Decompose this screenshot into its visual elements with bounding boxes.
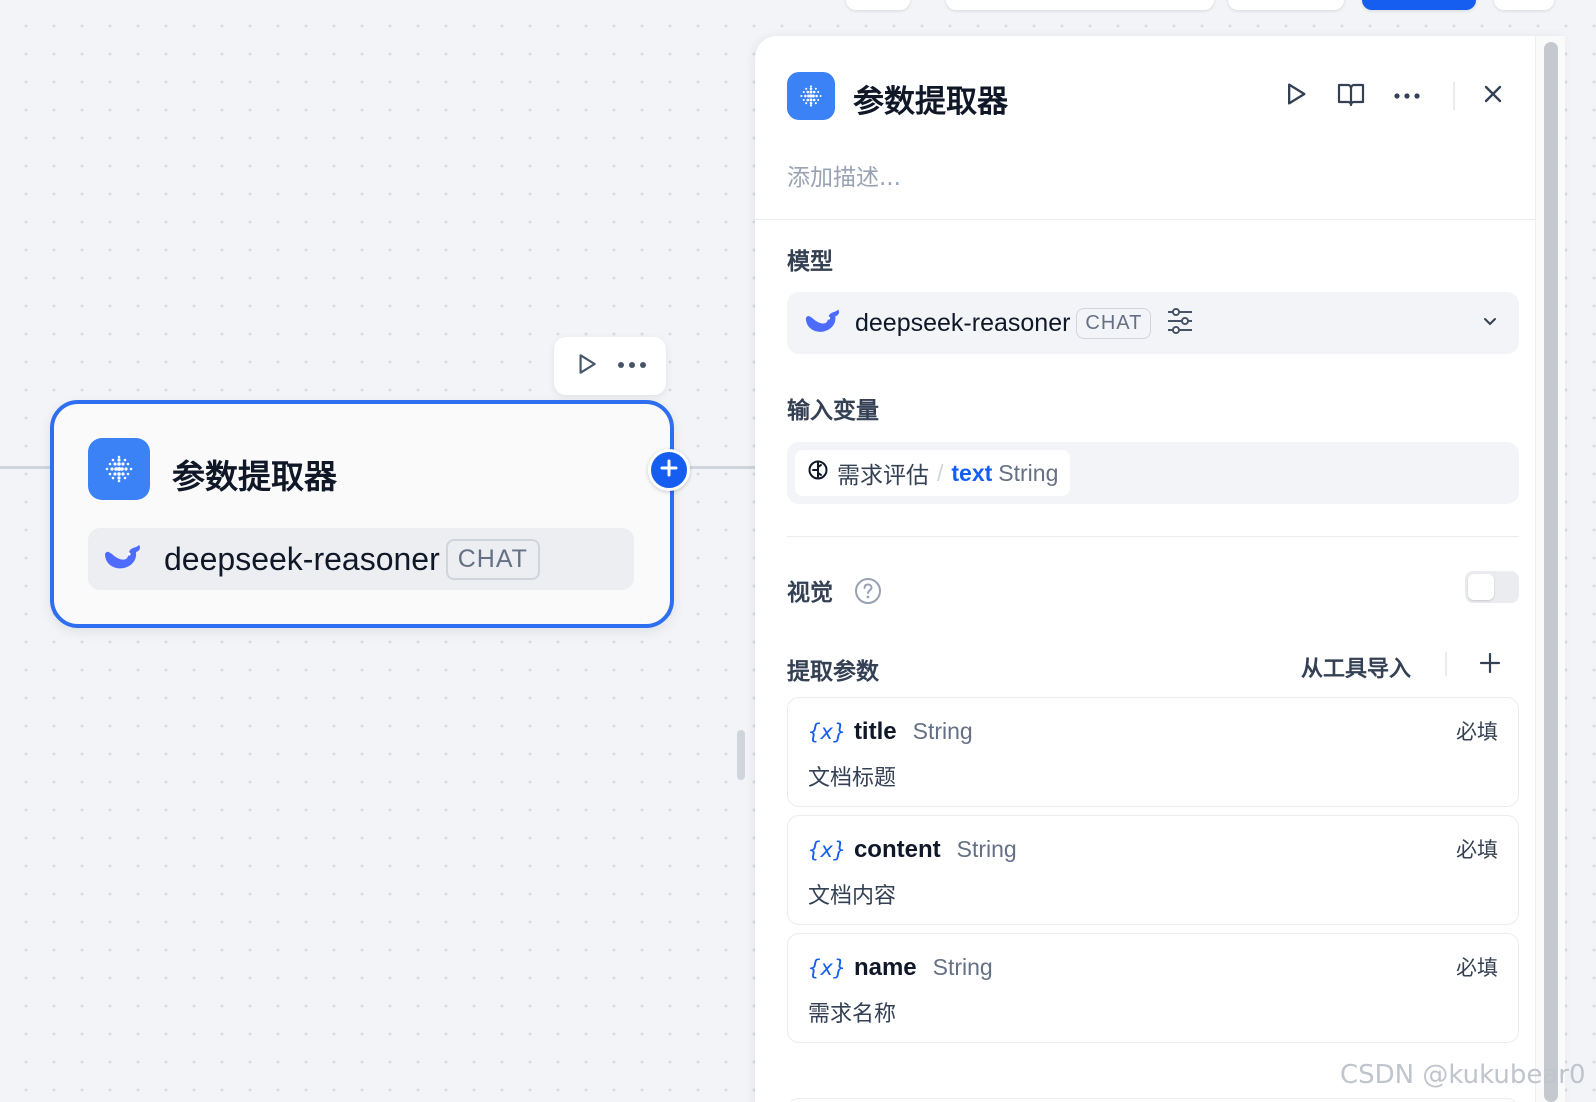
close-icon bbox=[1482, 83, 1504, 110]
param-description: 文档内容 bbox=[808, 884, 897, 909]
node-config-panel: 参数提取器 添加描述... 模型 deepseek-reasoner CHAT … bbox=[755, 36, 1565, 1102]
more-horizontal-icon bbox=[1393, 87, 1421, 105]
required-badge: 必填 bbox=[1456, 838, 1498, 862]
variable-icon: {x} bbox=[808, 956, 846, 980]
run-node-button[interactable] bbox=[1275, 76, 1315, 116]
parameter-extractor-icon bbox=[88, 438, 150, 500]
import-from-tool-button[interactable]: 从工具导入 bbox=[1301, 651, 1411, 683]
toolbar-button[interactable] bbox=[946, 0, 1214, 10]
parameter-item[interactable]: {x} title String 文档标题 必填 bbox=[787, 697, 1519, 807]
param-type: String bbox=[932, 954, 993, 980]
vision-toggle[interactable] bbox=[1465, 571, 1519, 603]
scrollbar-thumb[interactable] bbox=[1544, 42, 1558, 1102]
param-name: content bbox=[853, 836, 941, 863]
path-separator: / bbox=[937, 459, 944, 486]
toolbar-button[interactable] bbox=[846, 0, 910, 10]
panel-title[interactable]: 参数提取器 bbox=[853, 76, 1008, 121]
more-options-button[interactable] bbox=[1387, 76, 1427, 116]
variable-type: String bbox=[998, 459, 1059, 486]
source-node-name: 需求评估 bbox=[837, 463, 929, 489]
node-source-icon bbox=[807, 459, 829, 487]
edge-outgoing bbox=[690, 466, 755, 469]
toolbar-button[interactable] bbox=[1494, 0, 1554, 10]
plus-icon bbox=[1479, 652, 1501, 674]
close-panel-button[interactable] bbox=[1473, 76, 1513, 116]
input-variables-label: 输入变量 bbox=[787, 398, 879, 424]
chevron-down-icon bbox=[1481, 312, 1499, 335]
divider bbox=[787, 536, 1519, 537]
publish-button[interactable] bbox=[1362, 0, 1476, 10]
param-type: String bbox=[912, 718, 973, 744]
play-icon bbox=[1281, 80, 1309, 113]
model-mode-badge: CHAT bbox=[445, 538, 540, 580]
toolbar-button[interactable] bbox=[1228, 0, 1344, 10]
question-circle-icon[interactable] bbox=[853, 576, 883, 611]
node-actions-bar bbox=[554, 337, 666, 395]
node-model-display: deepseek-reasoner CHAT bbox=[88, 528, 634, 590]
param-name: title bbox=[853, 718, 897, 745]
variable-icon: {x} bbox=[808, 838, 846, 862]
model-name: deepseek-reasoner bbox=[855, 308, 1071, 337]
param-description: 需求名称 bbox=[808, 1002, 897, 1027]
divider bbox=[1445, 652, 1447, 676]
watermark: CSDN @kukubear0 bbox=[1340, 1060, 1586, 1090]
vision-label: 视觉 bbox=[787, 580, 833, 606]
param-name: name bbox=[853, 954, 917, 981]
panel-scrollbar[interactable] bbox=[1535, 36, 1565, 1102]
variable-name: text bbox=[951, 459, 993, 486]
divider bbox=[755, 219, 1535, 220]
variable-icon: {x} bbox=[808, 720, 846, 744]
node-title: 参数提取器 bbox=[172, 457, 337, 496]
model-section-label: 模型 bbox=[787, 249, 833, 275]
deepseek-whale-icon bbox=[803, 306, 841, 341]
extract-params-label: 提取参数 bbox=[787, 659, 879, 685]
description-input[interactable]: 添加描述... bbox=[787, 158, 901, 192]
parameter-item[interactable]: {x} name String 需求名称 必填 bbox=[787, 933, 1519, 1043]
parameter-item[interactable]: {x} content String 文档内容 必填 bbox=[787, 815, 1519, 925]
toolbar-divider bbox=[1453, 82, 1455, 110]
workflow-node-parameter-extractor[interactable]: 参数提取器 deepseek-reasoner CHAT bbox=[50, 400, 674, 628]
param-description: 文档标题 bbox=[808, 766, 897, 791]
panel-toolbar bbox=[1275, 76, 1529, 116]
add-parameter-button[interactable] bbox=[1477, 650, 1503, 681]
panel-resize-handle[interactable] bbox=[737, 730, 745, 780]
input-variable-selector[interactable]: 需求评估 / text String bbox=[787, 442, 1519, 504]
plus-icon bbox=[659, 458, 679, 483]
play-icon[interactable] bbox=[573, 351, 599, 382]
required-badge: 必填 bbox=[1456, 720, 1498, 744]
more-horizontal-icon[interactable] bbox=[616, 357, 648, 375]
node-model-name: deepseek-reasoner bbox=[164, 540, 440, 577]
parameter-item[interactable] bbox=[787, 1098, 1519, 1102]
docs-button[interactable] bbox=[1331, 76, 1371, 116]
book-open-icon bbox=[1336, 80, 1366, 113]
deepseek-whale-icon bbox=[102, 542, 142, 577]
add-next-node-button[interactable] bbox=[648, 449, 690, 491]
toggle-knob bbox=[1468, 574, 1494, 600]
model-selector[interactable]: deepseek-reasoner CHAT bbox=[787, 292, 1519, 354]
input-variable-chip[interactable]: 需求评估 / text String bbox=[795, 450, 1071, 496]
sliders-icon[interactable] bbox=[1165, 307, 1195, 340]
parameter-extractor-icon bbox=[787, 72, 835, 120]
model-mode-badge: CHAT bbox=[1076, 307, 1152, 339]
required-badge: 必填 bbox=[1456, 956, 1498, 980]
edge-incoming bbox=[0, 466, 52, 469]
param-type: String bbox=[956, 836, 1017, 862]
